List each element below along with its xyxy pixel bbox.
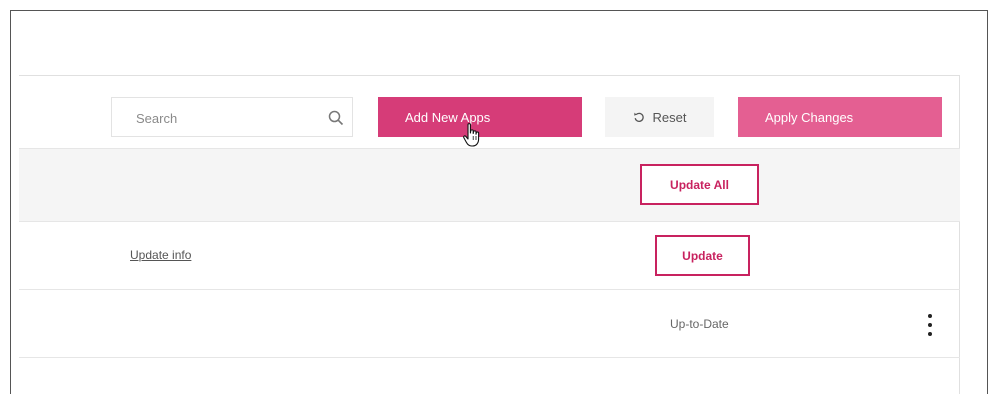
- status-label: Up-to-Date: [670, 317, 729, 331]
- reset-icon: [633, 112, 644, 122]
- update-button[interactable]: Update: [655, 235, 750, 276]
- search-input[interactable]: [134, 108, 318, 128]
- update-all-button[interactable]: Update All: [640, 164, 759, 205]
- reset-button[interactable]: Reset: [605, 97, 714, 137]
- update-label: Update: [682, 248, 723, 263]
- apply-changes-label: Apply Changes: [765, 109, 854, 125]
- apply-changes-button[interactable]: Apply Changes: [738, 97, 942, 137]
- update-all-label: Update All: [670, 177, 729, 192]
- search-box[interactable]: [111, 97, 353, 137]
- table-header-row: [19, 148, 960, 222]
- more-vertical-icon[interactable]: [925, 314, 935, 336]
- search-icon[interactable]: [327, 109, 345, 127]
- reset-label: Reset: [652, 109, 687, 125]
- table-row: [19, 290, 960, 358]
- hand-pointer-icon: [463, 123, 480, 147]
- update-info-link[interactable]: Update info: [130, 248, 191, 262]
